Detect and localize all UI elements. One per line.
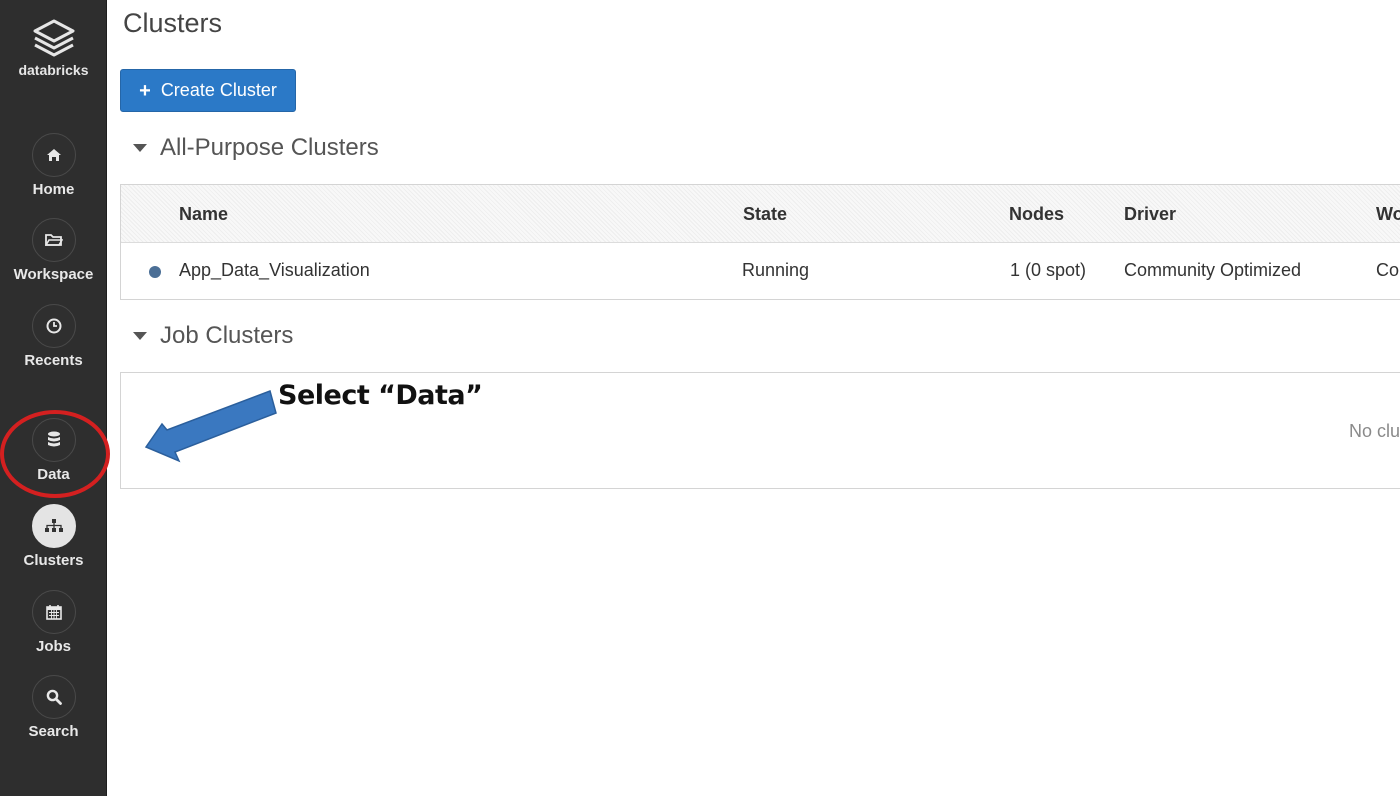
column-header-driver[interactable]: Driver bbox=[1124, 204, 1176, 225]
clusters-icon bbox=[31, 504, 76, 548]
create-cluster-button[interactable]: + Create Cluster bbox=[120, 69, 296, 112]
sidebar-item-recents[interactable]: Recents bbox=[0, 304, 107, 369]
sidebar-item-data[interactable]: Data bbox=[0, 418, 107, 483]
caret-down-icon bbox=[133, 332, 147, 340]
databricks-logo[interactable]: databricks bbox=[0, 18, 107, 78]
empty-state-text: No clu bbox=[1349, 421, 1400, 441]
databricks-logo-icon bbox=[33, 19, 74, 57]
cluster-nodes: 1 (0 spot) bbox=[1010, 260, 1087, 280]
cluster-driver: Community Optimized bbox=[1124, 260, 1302, 280]
folder-icon bbox=[31, 218, 76, 262]
clock-icon bbox=[31, 304, 76, 348]
table-row[interactable]: App_Data_Visualization Running 1 (0 spot… bbox=[121, 243, 1400, 299]
column-header-worker[interactable]: Wo bbox=[1376, 204, 1400, 225]
calendar-icon bbox=[31, 590, 76, 634]
plus-icon: + bbox=[139, 79, 151, 102]
sidebar-item-home[interactable]: Home bbox=[0, 133, 107, 198]
cluster-state: Running bbox=[742, 260, 810, 280]
sidebar-item-jobs[interactable]: Jobs bbox=[0, 590, 107, 655]
annotation-text: Select “Data” bbox=[278, 380, 483, 411]
database-icon bbox=[31, 418, 76, 462]
column-header-state[interactable]: State bbox=[743, 204, 787, 225]
cluster-name-link[interactable]: App_Data_Visualization bbox=[179, 260, 370, 281]
create-cluster-label: Create Cluster bbox=[160, 80, 277, 100]
all-purpose-clusters-header[interactable]: All-Purpose Clusters bbox=[133, 134, 379, 162]
column-header-name[interactable]: Name bbox=[179, 204, 228, 225]
all-purpose-clusters-table: Name State Nodes Driver Wo App_Data_Visu… bbox=[120, 184, 1400, 300]
section-title: Job Clusters bbox=[160, 322, 294, 349]
sidebar-item-label: Search bbox=[28, 723, 79, 740]
page-title: Clusters bbox=[123, 8, 223, 38]
sidebar-item-label: Home bbox=[32, 181, 75, 198]
sidebar-item-label: Workspace bbox=[13, 266, 94, 283]
sidebar-item-workspace[interactable]: Workspace bbox=[0, 218, 107, 283]
sidebar-item-label: Data bbox=[37, 466, 70, 483]
search-icon bbox=[31, 675, 76, 719]
job-clusters-header[interactable]: Job Clusters bbox=[133, 322, 293, 350]
sidebar-item-clusters[interactable]: Clusters bbox=[0, 504, 107, 569]
sidebar-item-label: Clusters bbox=[23, 552, 84, 569]
sidebar-item-label: Jobs bbox=[35, 638, 71, 655]
cluster-worker: Co bbox=[1376, 260, 1400, 280]
column-header-nodes[interactable]: Nodes bbox=[1009, 204, 1064, 225]
sidebar-item-label: Recents bbox=[24, 352, 83, 369]
logo-text: databricks bbox=[18, 62, 89, 78]
section-title: All-Purpose Clusters bbox=[160, 134, 379, 161]
caret-down-icon bbox=[133, 144, 147, 152]
home-icon bbox=[31, 133, 76, 177]
sidebar-item-search[interactable]: Search bbox=[0, 675, 107, 740]
status-running-dot bbox=[149, 266, 161, 278]
table-header: Name State Nodes Driver Wo bbox=[121, 185, 1400, 243]
sidebar: databricks Home Workspace Recents Data C… bbox=[0, 0, 107, 796]
